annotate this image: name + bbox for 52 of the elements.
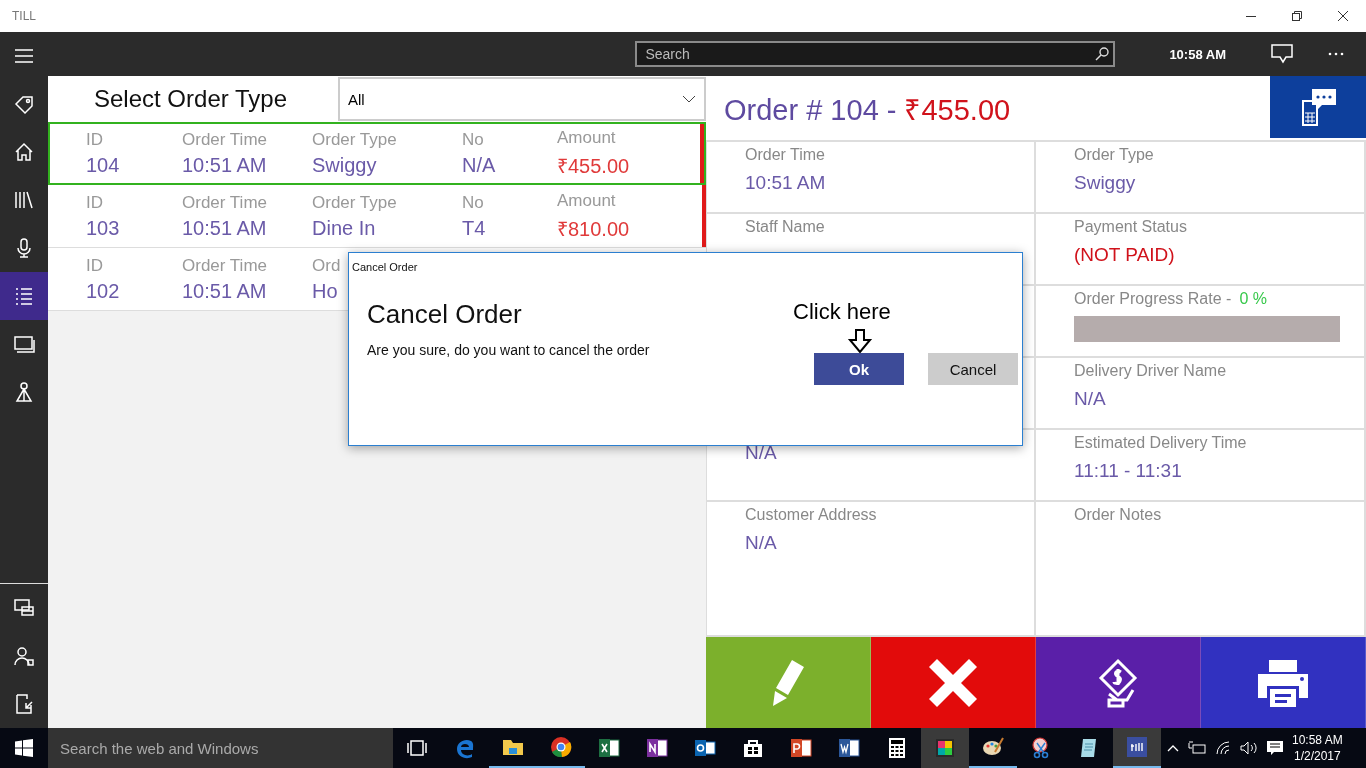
field-value: Swiggy xyxy=(1074,172,1136,194)
order-value: 10:51 AM xyxy=(182,279,267,303)
field-value: 11:11 - 11:31 xyxy=(1074,460,1182,482)
clock-time: 10:58 AM xyxy=(1169,46,1226,62)
field-label: Order Time xyxy=(745,146,825,164)
field-label: Order Type xyxy=(1074,146,1154,164)
order-value: ₹810.00 xyxy=(557,216,630,242)
field-label: Payment Status xyxy=(1074,218,1187,236)
column-label: Order Type xyxy=(312,130,397,150)
field-label: Estimated Delivery Time xyxy=(1074,434,1247,452)
field-value: N/A xyxy=(745,532,777,554)
field-label: Order Progress Rate - 0 % xyxy=(1074,290,1267,308)
column-label: No xyxy=(462,192,484,213)
field-label: Order Notes xyxy=(1074,506,1162,524)
order-value: 103 xyxy=(86,216,120,240)
order-value: 102 xyxy=(86,279,120,303)
column-label: Ord xyxy=(312,255,341,276)
field-label: Staff Name xyxy=(745,218,825,236)
column-label: ID xyxy=(86,192,103,213)
field-value: 10:51 AM xyxy=(745,172,826,194)
window-title: TILL xyxy=(12,9,37,23)
order-title: Order # 104 - ₹455.00 xyxy=(723,92,1011,128)
order-value: ₹455.00 xyxy=(557,154,630,179)
column-label: Order Time xyxy=(182,130,268,150)
column-label: Amount xyxy=(557,190,616,211)
column-label: No xyxy=(462,130,484,150)
order-value: 104 xyxy=(86,154,120,177)
order-value: N/A xyxy=(462,154,496,177)
order-value: 10:51 AM xyxy=(182,154,267,177)
field-label: Customer Address xyxy=(745,506,877,524)
callout-text: Click here xyxy=(793,299,891,325)
column-label: Order Time xyxy=(182,192,268,213)
column-label: ID xyxy=(86,255,103,276)
order-value: 10:51 AM xyxy=(182,216,267,240)
dialog-window-title: Cancel Order xyxy=(351,260,419,273)
column-label: Order Type xyxy=(312,192,397,213)
column-label: ID xyxy=(86,130,103,150)
column-label: Amount xyxy=(557,128,616,148)
filter-label: Select Order Type xyxy=(93,85,288,113)
order-value: Dine In xyxy=(312,216,376,240)
column-label: Order Time xyxy=(182,255,268,276)
order-value: Ho xyxy=(312,279,338,303)
field-label: Delivery Driver Name xyxy=(1074,362,1227,380)
field-value: N/A xyxy=(1074,388,1106,410)
order-value: Swiggy xyxy=(312,154,377,177)
taskbar-time: 10:58 AM xyxy=(1292,732,1343,748)
dialog-message: Are you sure, do you want to cancel the order xyxy=(367,342,651,358)
taskbar-date: 1/2/2017 xyxy=(1294,748,1341,764)
field-value: N/A xyxy=(745,442,777,464)
dialog-heading: Cancel Order xyxy=(367,299,523,330)
order-value: T4 xyxy=(462,216,486,240)
field-value: (NOT PAID) xyxy=(1074,244,1175,266)
